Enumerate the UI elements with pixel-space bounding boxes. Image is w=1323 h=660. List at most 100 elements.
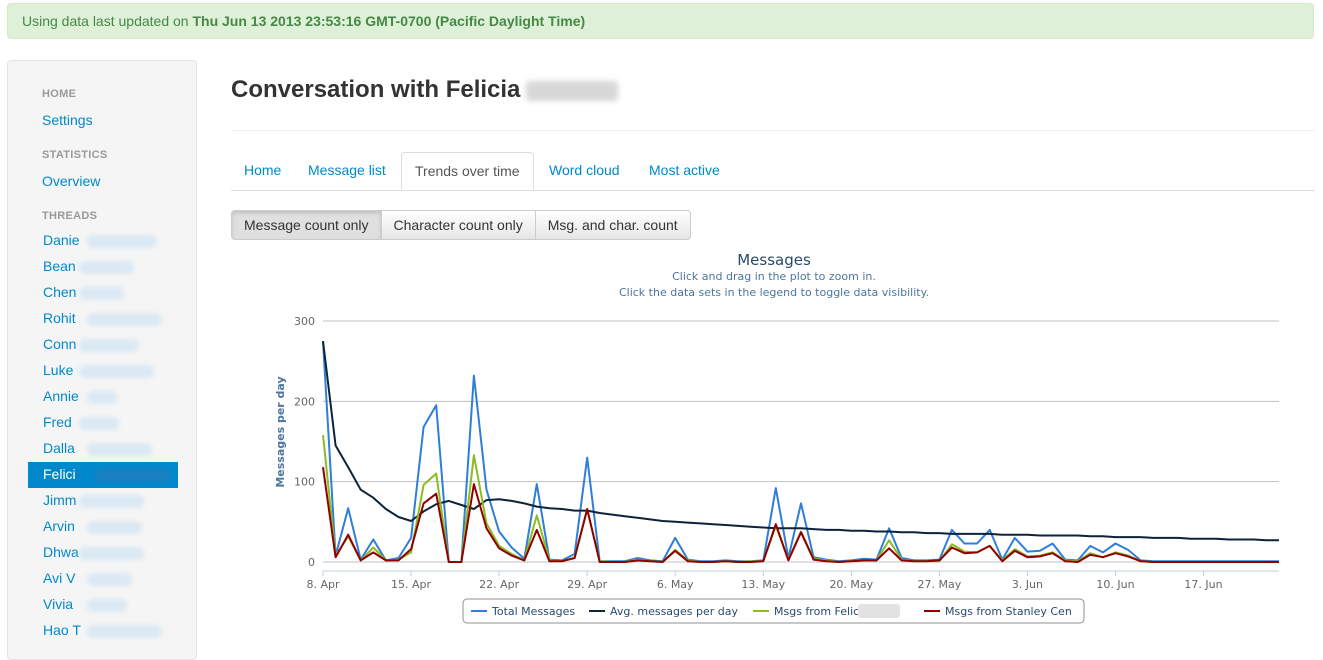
redacted-name: [79, 261, 134, 274]
thread-name: Annie: [43, 388, 79, 404]
y-tick-label: 0: [308, 556, 315, 569]
thread-item[interactable]: Chen: [28, 280, 178, 306]
thread-item[interactable]: Felici: [28, 462, 178, 488]
thread-item[interactable]: Vivia: [28, 592, 178, 618]
x-axis: 8. Apr 15. Apr 22. Apr 29. Apr 6. May 13. May…: [306, 570, 1279, 591]
y-axis-label: Messages per day: [274, 376, 287, 487]
thread-item[interactable]: Hao T: [28, 618, 178, 644]
nav-link-settings[interactable]: Settings: [42, 112, 93, 128]
thread-name: Rohit: [43, 310, 76, 326]
redacted-name: [87, 521, 142, 534]
thread-item[interactable]: Conn: [28, 332, 178, 358]
x-tick-label: 6. May: [657, 578, 694, 591]
thread-name: Jimm: [43, 492, 77, 508]
page-title: Conversation with Felicia: [231, 76, 619, 104]
message-count-only-button[interactable]: Message count only: [231, 210, 382, 240]
thread-item[interactable]: Arvin: [28, 514, 178, 540]
y-tick-label: 100: [294, 476, 315, 489]
tab-message-list[interactable]: Message list: [295, 152, 399, 189]
thread-name: Dalla: [43, 440, 75, 456]
thread-name: Dhwa: [43, 544, 79, 560]
tab-home[interactable]: Home: [231, 152, 294, 189]
msg-and-char-count-button[interactable]: Msg. and char. count: [534, 210, 691, 240]
chart-mode-buttons: Message count only Character count only …: [231, 210, 691, 240]
series-lines: [322, 340, 1279, 563]
update-notice: Using data last updated on Thu Jun 13 20…: [7, 3, 1314, 39]
redacted-name: [79, 547, 144, 560]
tab-bar: Home Message list Trends over time Word …: [231, 152, 1315, 191]
thread-item[interactable]: Rohit: [28, 306, 178, 332]
redacted-name: [87, 625, 162, 638]
y-tick-labels: 0 100 200 300: [294, 315, 315, 569]
x-tick-label: 17. Jun: [1184, 578, 1222, 591]
x-tick-label: 29. Apr: [567, 578, 607, 591]
thread-name: Fred: [43, 414, 72, 430]
tab-most-active[interactable]: Most active: [636, 152, 733, 189]
x-tick-label: 15. Apr: [391, 578, 431, 591]
x-tick-label: 20. May: [829, 578, 873, 591]
thread-item[interactable]: Dhwa: [28, 540, 178, 566]
thread-name: Felici: [43, 466, 76, 482]
x-tick-label: 3. Jun: [1012, 578, 1043, 591]
legend-label[interactable]: Total Messages: [491, 605, 575, 618]
thread-name: Conn: [43, 336, 77, 352]
sidebar: HOME Settings STATISTICS Overview THREAD…: [7, 60, 197, 660]
thread-item[interactable]: Dalla: [28, 436, 178, 462]
redacted-name: [79, 495, 144, 508]
title-divider: [231, 130, 1315, 131]
redacted-name: [95, 469, 170, 482]
thread-item[interactable]: Jimm: [28, 488, 178, 514]
chart-title: Messages: [737, 251, 811, 269]
page-title-text: Conversation with Felicia: [231, 76, 521, 103]
thread-item[interactable]: Bean: [28, 254, 178, 280]
thread-name: Chen: [43, 284, 77, 300]
series-line[interactable]: [322, 340, 1279, 542]
redacted-name: [87, 391, 117, 404]
thread-name: Hao T: [43, 622, 81, 638]
redacted-name: [87, 235, 157, 248]
legend-label[interactable]: Avg. messages per day: [610, 605, 739, 618]
nav-header-threads: THREADS: [42, 210, 98, 222]
thread-name: Luke: [43, 362, 74, 378]
x-tick-label: 13. May: [741, 578, 785, 591]
character-count-only-button[interactable]: Character count only: [380, 210, 536, 240]
redacted-name: [87, 573, 132, 586]
tab-word-cloud[interactable]: Word cloud: [536, 152, 633, 189]
redacted-name: [79, 339, 139, 352]
tab-trends-over-time[interactable]: Trends over time: [401, 152, 534, 190]
thread-item[interactable]: Fred: [28, 410, 178, 436]
y-tick-label: 200: [294, 395, 315, 408]
update-notice-prefix: Using data last updated on: [22, 13, 193, 29]
nav-header-home: HOME: [42, 88, 77, 100]
redacted-name: [79, 417, 119, 430]
redacted-name: [87, 599, 127, 612]
redacted-name: [87, 443, 152, 456]
thread-name: Danie: [43, 232, 80, 248]
thread-item[interactable]: Danie: [28, 228, 178, 254]
x-tick-label: 27. May: [918, 578, 962, 591]
thread-name: Avi V: [43, 570, 76, 586]
x-tick-label: 10. Jun: [1096, 578, 1134, 591]
chart-legend[interactable]: Total Messages Avg. messages per day Msgs …: [462, 598, 1085, 624]
thread-name: Arvin: [43, 518, 75, 534]
thread-item[interactable]: Annie: [28, 384, 178, 410]
chart-subtitle-1: Click and drag in the plot to zoom in.: [672, 270, 876, 283]
legend-label[interactable]: Msgs from Felicia: [774, 605, 869, 618]
nav-link-overview[interactable]: Overview: [42, 173, 100, 189]
chart-subtitle-2: Click the data sets in the legend to tog…: [619, 286, 929, 299]
legend-label[interactable]: Msgs from Stanley Cen: [945, 605, 1072, 618]
x-tick-label: 8. Apr: [306, 578, 339, 591]
redacted-name: [79, 365, 154, 378]
thread-name: Vivia: [43, 596, 74, 612]
x-tick-label: 22. Apr: [479, 578, 519, 591]
update-timestamp: Thu Jun 13 2013 23:53:16 GMT-0700 (Pacif…: [192, 13, 586, 29]
thread-item[interactable]: Luke: [28, 358, 178, 384]
redacted-legend-name: [858, 604, 900, 618]
thread-item[interactable]: Avi V: [28, 566, 178, 592]
messages-chart[interactable]: Messages Click and drag in the plot to z…: [231, 245, 1315, 630]
redacted-surname: [526, 80, 619, 101]
redacted-name: [79, 287, 124, 300]
thread-name: Bean: [43, 258, 76, 274]
nav-header-statistics: STATISTICS: [42, 149, 108, 161]
redacted-name: [87, 313, 162, 326]
